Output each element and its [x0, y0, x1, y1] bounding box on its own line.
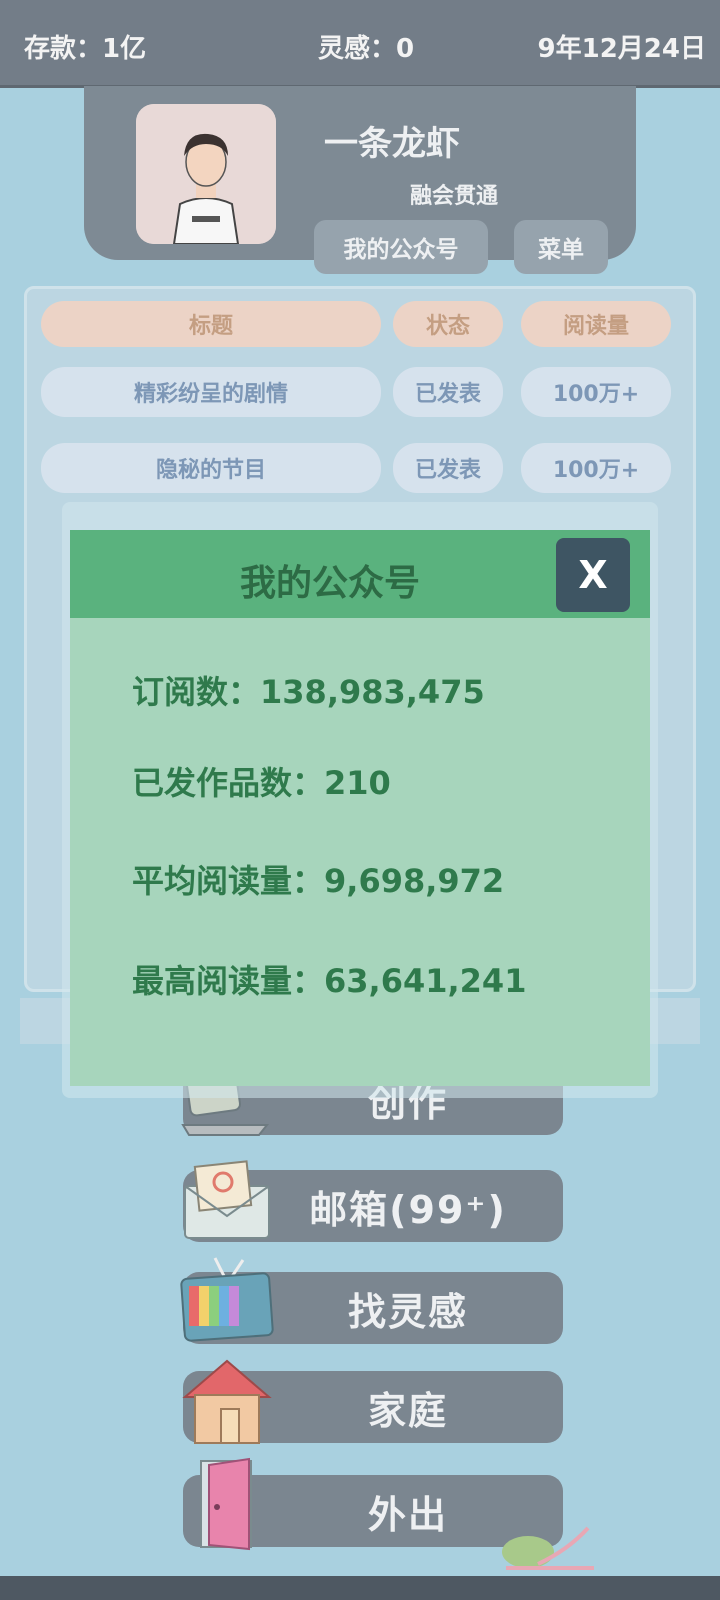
max-reads-value: 63,641,241 — [324, 962, 527, 1000]
go-out-label: 外出 — [367, 1492, 448, 1537]
money-value: 1亿 — [102, 34, 147, 64]
snail-icon — [502, 1526, 594, 1570]
find-inspiration-label: 找灵感 — [347, 1289, 468, 1334]
menu-button[interactable]: 菜单 — [514, 220, 608, 274]
find-inspiration-button[interactable]: 找灵感 — [180, 1257, 563, 1344]
player-rank-title: 融会贯通 — [410, 184, 499, 209]
my-public-account-button[interactable]: 我的公众号 — [314, 220, 488, 274]
max-reads-stat: 最高阅读量：63,641,241 — [132, 956, 526, 1002]
family-button[interactable]: 家庭 — [182, 1359, 563, 1444]
mailbox-label: 邮箱(99⁺) — [309, 1187, 507, 1232]
inspiration-value: 0 — [396, 34, 415, 64]
dialog-title: 我的公众号 — [239, 563, 420, 604]
column-header-title: 标题 — [41, 301, 381, 347]
envelope-icon — [184, 1160, 270, 1239]
average-reads-stat: 平均阅读量：9,698,972 — [132, 856, 504, 902]
inspiration-display: 灵感：0 — [318, 28, 414, 65]
table-row-reads: 100万+ — [521, 367, 671, 417]
subscribers-label: 订阅数： — [132, 673, 261, 711]
column-header-status: 状态 — [393, 301, 503, 347]
table-row-status: 已发表 — [393, 443, 503, 493]
column-header-reads: 阅读量 — [521, 301, 671, 347]
close-button[interactable]: X — [556, 538, 630, 612]
inspiration-label: 灵感： — [318, 34, 397, 64]
house-icon — [182, 1359, 272, 1444]
money-display: 存款：1亿 — [24, 28, 146, 65]
average-reads-value: 9,698,972 — [324, 862, 505, 900]
tv-icon — [180, 1257, 274, 1342]
family-label: 家庭 — [367, 1388, 448, 1433]
table-row-status: 已发表 — [393, 367, 503, 417]
table-row-reads: 100万+ — [521, 443, 671, 493]
profile-card: 一条龙虾 融会贯通 我的公众号 菜单 — [84, 86, 636, 274]
status-bar: 存款：1亿 灵感：0 9年12月24日 — [0, 0, 720, 88]
subscribers-value: 138,983,475 — [260, 673, 485, 711]
table-row-title[interactable]: 隐秘的节目 — [41, 443, 381, 493]
dialog-header: 我的公众号 X — [70, 530, 650, 618]
money-label: 存款： — [24, 34, 103, 64]
avatar[interactable] — [136, 104, 276, 244]
game-date: 9年12月24日 — [537, 34, 706, 64]
published-count-value: 210 — [324, 764, 391, 802]
avatar-portrait-icon — [136, 104, 276, 244]
average-reads-label: 平均阅读量： — [132, 862, 325, 900]
table-row-title[interactable]: 精彩纷呈的剧情 — [41, 367, 381, 417]
mailbox-button[interactable]: 邮箱(99⁺) — [183, 1160, 563, 1242]
door-icon — [200, 1457, 252, 1551]
player-name: 一条龙虾 — [324, 124, 460, 164]
public-account-dialog: 我的公众号 X 订阅数：138,983,475 已发作品数：210 平均阅读量：… — [70, 530, 650, 1086]
published-count-stat: 已发作品数：210 — [132, 758, 391, 804]
max-reads-label: 最高阅读量： — [132, 962, 325, 1000]
subscribers-stat: 订阅数：138,983,475 — [132, 667, 485, 713]
bottom-bar — [0, 1576, 720, 1600]
published-count-label: 已发作品数： — [132, 764, 325, 802]
